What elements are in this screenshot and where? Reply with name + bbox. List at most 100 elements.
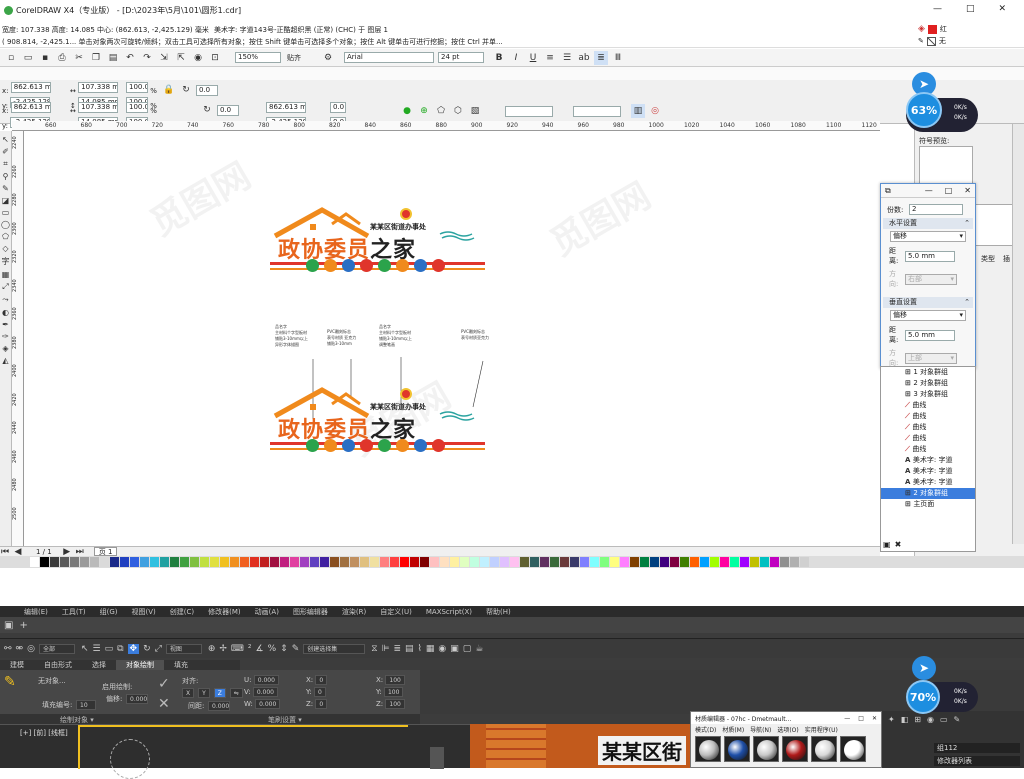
palette-swatch[interactable] xyxy=(460,557,469,567)
menu-item[interactable]: 修改器(M) xyxy=(208,607,241,617)
menu-item[interactable]: 自定义(U) xyxy=(380,607,412,617)
menu-item[interactable]: 渲染(R) xyxy=(342,607,366,617)
design-sign-2[interactable]: 某某区街道办事处 政协委员 之家 xyxy=(270,386,490,466)
x-field[interactable]: 0 xyxy=(315,675,328,685)
copy-icon[interactable]: ❐ xyxy=(89,51,103,65)
menu-item[interactable]: 工具(T) xyxy=(62,607,86,617)
vertical-section[interactable]: 垂直设置 ⌃ xyxy=(883,297,973,308)
palette-swatch[interactable] xyxy=(530,557,539,567)
welcome-icon[interactable]: ⊡ xyxy=(208,51,222,65)
material-menu-item[interactable]: 导航(N) xyxy=(750,725,771,734)
design-sign-1[interactable]: 某某区街道办事处 政协委员 之家 xyxy=(270,206,490,286)
palette-swatch[interactable] xyxy=(40,557,49,567)
palette-swatch[interactable] xyxy=(180,557,189,567)
axis-z-button[interactable]: Z xyxy=(213,688,226,698)
material-menu-item[interactable]: 实用程序(U) xyxy=(805,725,838,734)
layer-icon[interactable]: ≣ xyxy=(393,644,401,654)
horizontal-distance-field[interactable]: 5.0 mm xyxy=(905,250,955,262)
offset1-field[interactable]: 0.0 xyxy=(330,102,346,113)
palette-swatch[interactable] xyxy=(570,557,579,567)
select-icon[interactable]: ↖ xyxy=(81,644,89,654)
modify-icon[interactable]: ◧ xyxy=(901,715,909,724)
palette-swatch[interactable] xyxy=(210,557,219,567)
rect-select-icon[interactable]: ▭ xyxy=(105,644,114,654)
width2-field[interactable]: 107.338 mm xyxy=(78,102,119,113)
fill-number-field[interactable]: 10 xyxy=(76,700,96,710)
cut-icon[interactable]: ✂ xyxy=(72,51,86,65)
palette-swatch[interactable] xyxy=(770,557,779,567)
display-icon[interactable]: ▭ xyxy=(940,715,948,724)
palette-swatch[interactable] xyxy=(710,557,719,567)
dialog-maximize-button[interactable]: □ xyxy=(945,186,953,195)
new-file-icon[interactable]: ▫ xyxy=(4,51,18,65)
delete-icon[interactable]: ✖ xyxy=(895,540,902,549)
object-list-item[interactable]: ⊞ 2 对象群组 xyxy=(881,378,975,389)
palette-swatch[interactable] xyxy=(720,557,729,567)
palette-swatch[interactable] xyxy=(740,557,749,567)
palette-swatch[interactable] xyxy=(220,557,229,567)
lock-ratio-icon[interactable]: 🔒 xyxy=(162,83,176,97)
keyboard-icon[interactable]: ⌨ xyxy=(231,644,244,654)
shape-icon[interactable]: ⬠ xyxy=(434,104,448,118)
snap-icon[interactable]: ² xyxy=(248,644,252,654)
object-list-item[interactable]: ⟋ 曲线 xyxy=(881,433,975,444)
palette-swatch[interactable] xyxy=(320,557,329,567)
named-selection-set[interactable]: 创建选择集 xyxy=(303,643,366,654)
palette-swatch[interactable] xyxy=(430,557,439,567)
fill-tool-icon[interactable]: ◈ xyxy=(2,344,8,353)
maximize-button[interactable]: □ xyxy=(858,715,864,722)
maximize-button[interactable]: □ xyxy=(966,4,975,14)
object-list-item[interactable]: ⊞ 3 对象群组 xyxy=(881,389,975,400)
palette-swatch[interactable] xyxy=(600,557,609,567)
palette-swatch[interactable] xyxy=(230,557,239,567)
utilities-icon[interactable]: ✎ xyxy=(954,715,961,724)
unlink-icon[interactable]: ⚮ xyxy=(16,644,24,654)
motion-icon[interactable]: ◉ xyxy=(927,715,934,724)
object-list-item[interactable]: ⊞ 主页面 xyxy=(881,499,975,510)
palette-swatch[interactable] xyxy=(250,557,259,567)
bullet-icon[interactable]: ☰ xyxy=(560,51,574,65)
position-x-field[interactable]: 862.613 mm xyxy=(266,102,306,113)
wrap-icon[interactable]: ▧ xyxy=(468,104,482,118)
export-icon[interactable]: ⇱ xyxy=(174,51,188,65)
palette-swatch[interactable] xyxy=(610,557,619,567)
palette-swatch[interactable] xyxy=(130,557,139,567)
rotate-icon[interactable]: ↻ xyxy=(143,644,151,654)
ellipse-tool-icon[interactable]: ◯ xyxy=(1,220,10,229)
open-icon[interactable]: ▭ xyxy=(21,51,35,65)
minimize-button[interactable]: — xyxy=(933,4,942,14)
palette-swatch[interactable] xyxy=(560,557,569,567)
underline-icon[interactable]: U xyxy=(526,51,540,65)
horizontal-mode-select[interactable]: 偏移 ▾ xyxy=(890,231,966,242)
menu-item[interactable]: 帮助(H) xyxy=(486,607,511,617)
eyedropper-icon[interactable]: ✒ xyxy=(2,320,9,329)
zoom-select[interactable]: 150% xyxy=(235,52,281,63)
x-position-field[interactable]: 862.613 mm xyxy=(10,82,51,93)
palette-swatch[interactable] xyxy=(760,557,769,567)
blank-select-1[interactable] xyxy=(505,105,553,117)
paste-icon[interactable]: ▤ xyxy=(106,51,120,65)
reference-coord-select[interactable]: 视图 xyxy=(165,643,202,654)
menu-item[interactable]: 创建(C) xyxy=(170,607,194,617)
dialog-minimize-button[interactable]: — xyxy=(925,186,933,195)
palette-swatch[interactable] xyxy=(150,557,159,567)
collapse-icon[interactable]: ⌃ xyxy=(964,218,970,229)
palette-swatch[interactable] xyxy=(240,557,249,567)
angle-field[interactable]: 0.0 xyxy=(196,84,218,96)
align-icon[interactable]: ⊫ xyxy=(382,644,390,654)
material-sphere[interactable] xyxy=(840,736,866,762)
redo-icon[interactable]: ↷ xyxy=(140,51,154,65)
polygon-tool-icon[interactable]: ⬠ xyxy=(2,232,9,241)
material-menu-item[interactable]: 模式(D) xyxy=(695,725,716,734)
mirror-icon[interactable]: ⧖ xyxy=(371,644,377,654)
scale-icon[interactable]: ⤢ xyxy=(155,644,162,654)
palette-swatch[interactable] xyxy=(520,557,529,567)
vertical-text-icon[interactable]: Ⅲ xyxy=(611,51,625,65)
outline-tool-icon[interactable]: ✑ xyxy=(2,332,9,341)
palette-swatch[interactable] xyxy=(780,557,789,567)
select-by-name-icon[interactable]: ☰ xyxy=(93,644,101,654)
object-list-item[interactable]: ⟋ 曲线 xyxy=(881,422,975,433)
palette-swatch[interactable] xyxy=(420,557,429,567)
selection-filter[interactable]: 全部 xyxy=(38,643,75,654)
object-list-item[interactable]: ⊞ 2 对象群组 xyxy=(881,488,975,499)
